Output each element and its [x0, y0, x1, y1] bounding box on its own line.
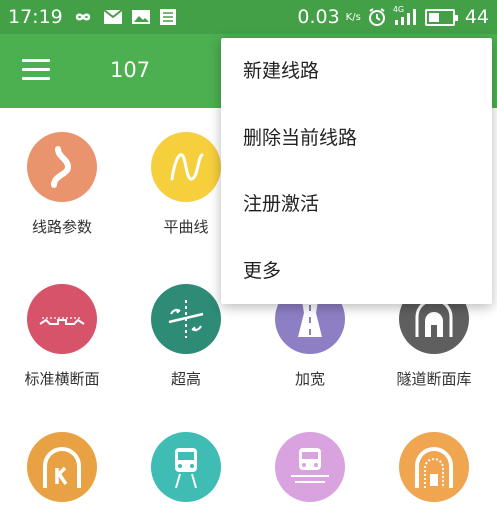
superelevation-tile: [151, 284, 221, 354]
grid-item-label: 超高: [170, 370, 201, 388]
grid-item-tunnel-k[interactable]: [0, 432, 124, 516]
horizontal-curve-tile: [151, 132, 221, 202]
status-bar: 17:19 0.03 K/s 4G 44: [0, 0, 497, 34]
menu-item-delete-route[interactable]: 删除当前线路: [221, 105, 492, 172]
overflow-menu: 新建线路 删除当前线路 注册激活 更多: [221, 38, 492, 304]
alarm-icon: [367, 7, 387, 27]
network-speed-unit: K/s: [345, 11, 361, 23]
image-icon: [131, 9, 151, 25]
network-type-label: 4G: [392, 5, 405, 14]
train-tile: [151, 432, 221, 502]
menu-item-register-activate[interactable]: 注册激活: [221, 171, 492, 238]
tunnel-k-icon: [43, 447, 81, 488]
grid-item-label: 标准横断面: [24, 370, 100, 388]
train-icon: [175, 448, 197, 489]
route-params-tile: [27, 132, 97, 202]
curve-wave-icon: [170, 153, 204, 181]
battery-icon: [424, 8, 458, 26]
cross-section-tile: [27, 284, 97, 354]
hamburger-menu-icon[interactable]: [22, 59, 50, 81]
menu-item-more[interactable]: 更多: [221, 238, 492, 305]
grid-item-train-track[interactable]: [248, 432, 372, 516]
grid-item-label: 加宽: [294, 370, 325, 388]
grid-item-standard-cross-section[interactable]: 标准横断面: [0, 284, 124, 389]
document-icon: [159, 8, 177, 26]
road-curve-icon: [51, 146, 75, 188]
train-track-tile: [275, 432, 345, 502]
network-speed: 0.03: [297, 6, 340, 28]
grid-item-train[interactable]: [124, 432, 248, 516]
signal-icon: 4G: [392, 5, 419, 26]
tunnel-section-icon: [415, 299, 453, 337]
grid-item-tunnel-arch[interactable]: [372, 432, 496, 516]
grid-item-label: 隧道断面库: [396, 370, 472, 388]
menu-item-new-route[interactable]: 新建线路: [221, 38, 492, 105]
battery-level: 44: [464, 6, 489, 28]
app-title: 107: [110, 58, 151, 82]
grid-item-route-params[interactable]: 线路参数: [0, 132, 124, 237]
tunnel-k-tile: [27, 432, 97, 502]
train-track-icon: [291, 448, 329, 483]
status-time: 17:19: [8, 6, 63, 28]
infinity-icon: [71, 10, 95, 24]
tunnel-arch-icon: [415, 447, 453, 488]
tunnel-arch-tile: [399, 432, 469, 502]
cross-section-icon: [39, 317, 85, 325]
superelevation-icon: [168, 300, 204, 338]
mail-icon: [103, 9, 123, 25]
grid-item-label: 线路参数: [31, 218, 92, 236]
